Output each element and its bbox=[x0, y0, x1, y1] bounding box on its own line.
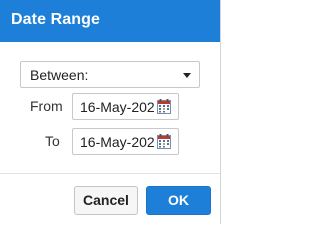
dialog-title: Date Range bbox=[11, 11, 101, 28]
date-range-dialog: Date Range Between: From 16-May-2024 To … bbox=[0, 0, 221, 224]
from-date-field[interactable]: 16-May-2024 bbox=[72, 93, 179, 120]
cancel-button[interactable]: Cancel bbox=[74, 186, 138, 215]
calendar-icon[interactable] bbox=[157, 134, 171, 149]
dialog-titlebar: Date Range bbox=[0, 0, 220, 42]
footer-divider bbox=[0, 173, 220, 174]
from-label: From bbox=[30, 98, 63, 114]
calendar-icon[interactable] bbox=[157, 99, 171, 114]
chevron-down-icon[interactable] bbox=[183, 73, 191, 78]
from-date-value: 16-May-2024 bbox=[80, 99, 154, 115]
to-date-field[interactable]: 16-May-2024 bbox=[72, 128, 179, 155]
range-type-value: Between: bbox=[30, 67, 89, 83]
to-label: To bbox=[45, 133, 60, 149]
to-date-value: 16-May-2024 bbox=[80, 134, 154, 150]
ok-button[interactable]: OK bbox=[146, 186, 211, 215]
range-type-select[interactable]: Between: bbox=[20, 61, 200, 88]
